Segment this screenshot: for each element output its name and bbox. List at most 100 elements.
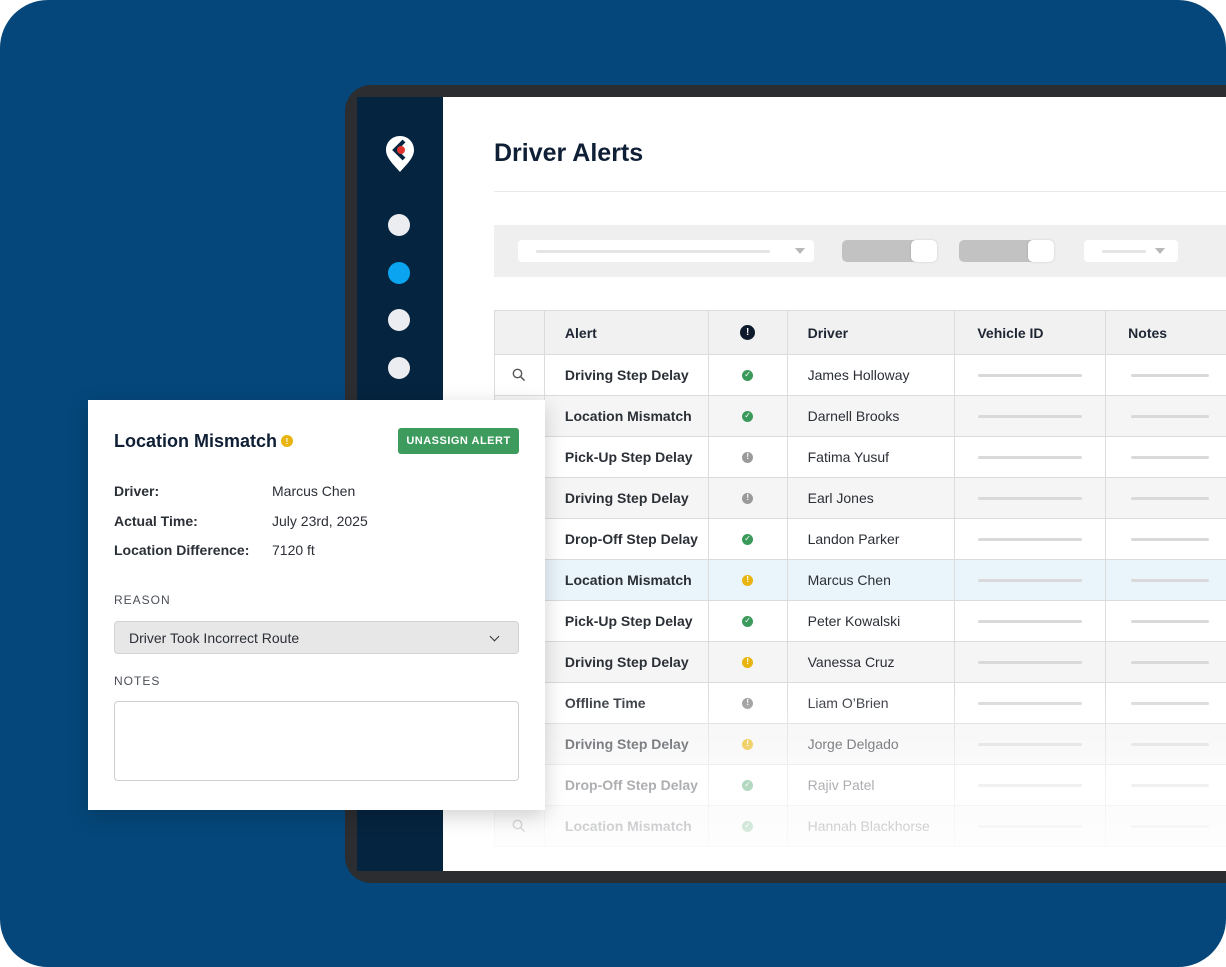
alert-type-cell: Driving Step Delay [544,478,709,519]
check-circle-icon: ✓ [742,779,754,791]
chevron-down-icon [1155,248,1165,254]
info-circle-icon: ! [742,492,754,504]
vehicle-id-cell [955,642,1107,683]
actual-time-label: Actual Time: [114,513,198,529]
table-row[interactable]: Location Mismatch! Marcus Chen [495,560,1226,601]
vehicle-id-cell [955,355,1107,396]
driver-name-cell: Vanessa Cruz [787,642,956,683]
notes-cell [1106,642,1226,683]
alert-type-cell: Drop-Off Step Delay [544,765,709,806]
table-row[interactable]: Driving Step Delay! Earl Jones [495,478,1226,519]
filter-bar [494,225,1226,277]
table-row[interactable]: Driving Step Delay ✓ James Holloway [495,355,1226,396]
notes-cell [1106,437,1226,478]
notes-cell [1106,601,1226,642]
table-row[interactable]: Pick-Up Step Delay! Fatima Yusuf [495,437,1226,478]
alert-type-cell: Pick-Up Step Delay [544,437,709,478]
driver-name-cell: Peter Kowalski [787,601,956,642]
notes-cell [1106,724,1226,765]
table-header-row: Alert ! Driver Vehicle ID Notes [495,311,1226,355]
status-cell: ! [708,478,788,519]
column-header-vehicle-id[interactable]: Vehicle ID [955,311,1107,355]
filter-select-2[interactable] [1084,240,1178,262]
map-pin-logo-icon[interactable] [385,135,415,173]
table-row[interactable]: Location Mismatch ✓ Hannah Blackhorse [495,806,1226,847]
alert-detail-card: Location Mismatch ! UNASSIGN ALERT Drive… [88,400,545,810]
page-title: Driver Alerts [494,139,644,167]
info-circle-icon: ! [742,451,754,463]
alert-type-cell: Offline Time [544,683,709,724]
sidebar-item-2-active[interactable] [388,262,410,284]
driver-name-cell: Jorge Delgado [787,724,956,765]
column-header-status[interactable]: ! [708,311,788,355]
check-circle-icon: ✓ [742,369,754,381]
warning-circle-icon: ! [742,574,754,586]
search-icon[interactable] [495,806,545,847]
driver-label: Driver: [114,483,160,499]
status-cell: ✓ [708,601,788,642]
notes-cell [1106,806,1226,847]
column-header-notes[interactable]: Notes [1106,311,1226,355]
driver-name-cell: James Holloway [787,355,956,396]
sidebar-item-4[interactable] [388,357,410,379]
filter-toggle-1[interactable] [842,240,937,262]
alerts-table: Alert ! Driver Vehicle ID Notes Driving … [494,310,1226,847]
table-row[interactable]: Driving Step Delay! Jorge Delgado [495,724,1226,765]
status-cell: ! [708,642,788,683]
filter-toggle-2[interactable] [959,240,1054,262]
filter-select-1[interactable] [518,240,814,262]
sidebar-item-3[interactable] [388,309,410,331]
notes-textarea[interactable] [114,701,519,781]
reason-selected-value: Driver Took Incorrect Route [129,629,300,646]
table-row[interactable]: Drop-Off Step Delay ✓ Landon Parker [495,519,1226,560]
check-circle-icon: ✓ [742,615,754,627]
unassign-alert-button[interactable]: UNASSIGN ALERT [398,428,519,454]
notes-cell [1106,478,1226,519]
table-row[interactable]: Offline Time! Liam O’Brien [495,683,1226,724]
status-cell: ✓ [708,806,788,847]
status-cell: ✓ [708,765,788,806]
actual-time-value: July 23rd, 2025 [272,513,368,529]
vehicle-id-cell [955,437,1107,478]
vehicle-id-cell [955,724,1107,765]
reason-select[interactable]: Driver Took Incorrect Route [114,621,519,654]
chevron-down-icon [489,631,500,642]
title-divider [494,191,1226,192]
sidebar-item-1[interactable] [388,214,410,236]
warning-circle-icon: ! [742,656,754,668]
vehicle-id-cell [955,396,1107,437]
notes-cell [1106,519,1226,560]
table-row[interactable]: Drop-Off Step Delay ✓ Rajiv Patel [495,765,1226,806]
location-difference-label: Location Difference: [114,542,250,558]
notes-cell [1106,683,1226,724]
table-row[interactable]: Location Mismatch ✓ Darnell Brooks [495,396,1226,437]
notes-cell [1106,560,1226,601]
status-cell: ✓ [708,396,788,437]
table-row[interactable]: Pick-Up Step Delay ✓ Peter Kowalski [495,601,1226,642]
vehicle-id-cell [955,560,1107,601]
alert-type-cell: Location Mismatch [544,806,709,847]
driver-name-cell: Landon Parker [787,519,956,560]
background-panel: Driver Alerts Alert ! Driver Vehicle ID … [0,0,1226,967]
notes-label: NOTES [114,674,161,688]
vehicle-id-cell [955,765,1107,806]
alert-type-cell: Driving Step Delay [544,642,709,683]
driver-name-cell: Darnell Brooks [787,396,956,437]
warning-icon: ! [281,435,293,447]
status-cell: ✓ [708,519,788,560]
status-cell: ! [708,437,788,478]
location-difference-value: 7120 ft [272,542,315,558]
vehicle-id-cell [955,683,1107,724]
status-cell: ✓ [708,355,788,396]
search-icon[interactable] [495,355,545,396]
check-circle-icon: ✓ [742,533,754,545]
info-circle-icon: ! [742,697,754,709]
driver-name-cell: Earl Jones [787,478,956,519]
reason-label: REASON [114,593,171,607]
alert-type-cell: Driving Step Delay [544,355,709,396]
column-header-alert[interactable]: Alert [544,311,709,355]
table-row[interactable]: Driving Step Delay! Vanessa Cruz [495,642,1226,683]
notes-cell [1106,396,1226,437]
alert-exclamation-icon: ! [740,325,756,340]
column-header-driver[interactable]: Driver [787,311,956,355]
